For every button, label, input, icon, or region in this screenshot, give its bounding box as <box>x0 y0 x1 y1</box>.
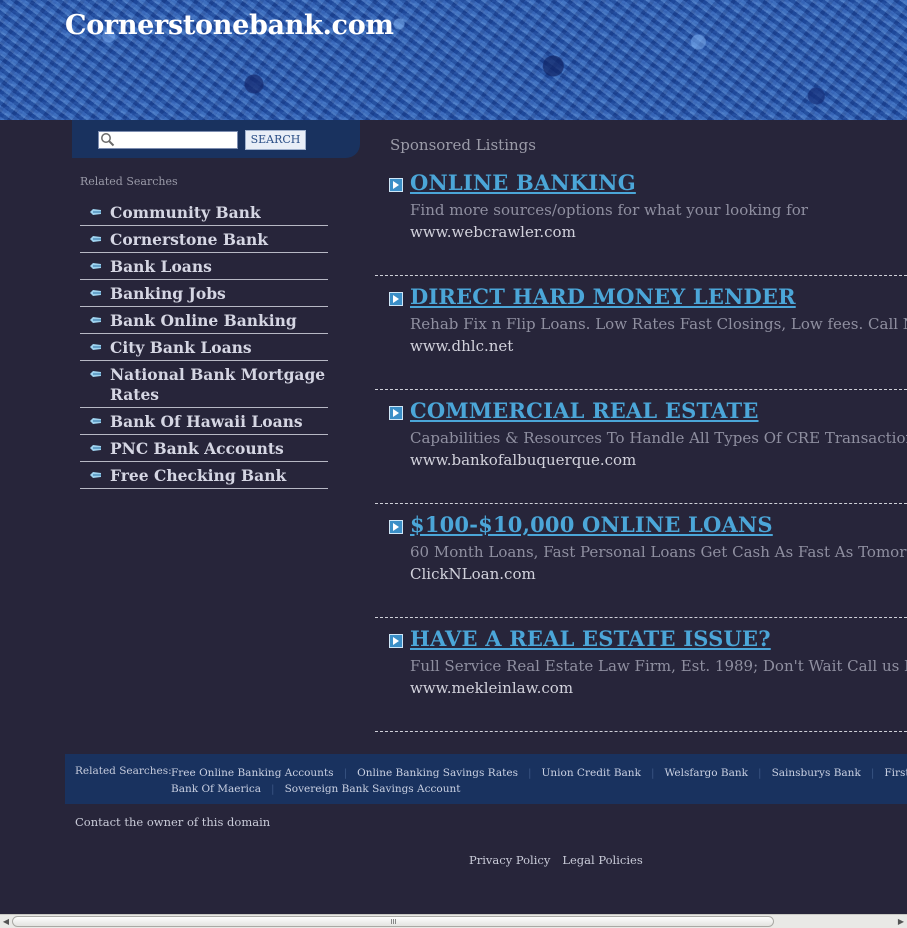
listing-description: Capabilities & Resources To Handle All T… <box>410 429 907 447</box>
listing-description: Find more sources/options for what your … <box>410 201 808 219</box>
arrow-right-icon <box>389 292 403 306</box>
horizontal-scrollbar[interactable]: ◀ ▶ <box>0 914 907 928</box>
sidebar-item-label: Bank Loans <box>110 257 212 276</box>
arrow-right-icon <box>389 406 403 420</box>
pencil-bullet-icon <box>90 371 101 377</box>
pencil-bullet-icon <box>90 263 101 269</box>
sidebar-item-community-bank[interactable]: Community Bank <box>80 199 328 226</box>
sidebar-item-cornerstone-bank[interactable]: Cornerstone Bank <box>80 226 328 253</box>
listing-title-link[interactable]: HAVE A REAL ESTATE ISSUE? <box>410 626 771 651</box>
pencil-bullet-icon <box>90 418 101 424</box>
legal-policies-link[interactable]: Legal Policies <box>562 853 642 867</box>
policy-links: Privacy Policy Legal Policies <box>469 853 655 867</box>
search-panel: SEARCH <box>72 120 360 158</box>
footer-link[interactable]: Online Banking Savings Rates <box>357 767 518 779</box>
scrollbar-thumb[interactable] <box>12 916 774 927</box>
sidebar-item-national-bank-mortgage-rates[interactable]: National Bank Mortgage Rates <box>80 361 328 408</box>
pencil-bullet-icon <box>90 344 101 350</box>
footer-separator: | <box>271 783 275 795</box>
scroll-left-arrow-icon[interactable]: ◀ <box>0 916 12 928</box>
footer-link[interactable]: First Direct Bank <box>884 767 907 779</box>
sponsored-listing: HAVE A REAL ESTATE ISSUE? Full Service R… <box>375 618 907 732</box>
sidebar-item-label: City Bank Loans <box>110 338 252 357</box>
sidebar-item-label: Free Checking Bank <box>110 466 287 485</box>
listing-url-link[interactable]: ClickNLoan.com <box>410 565 536 583</box>
footer-link[interactable]: Free Online Banking Accounts <box>171 767 334 779</box>
sponsored-listing: $100-$10,000 ONLINE LOANS 60 Month Loans… <box>375 504 907 618</box>
sidebar-item-bank-online-banking[interactable]: Bank Online Banking <box>80 307 328 334</box>
related-searches-list: Community Bank Cornerstone Bank Bank Loa… <box>80 199 328 489</box>
search-button[interactable]: SEARCH <box>245 130 306 150</box>
sponsored-listing: DIRECT HARD MONEY LENDER Rehab Fix n Fli… <box>375 276 907 390</box>
pencil-bullet-icon <box>90 290 101 296</box>
sponsored-listing: COMMERCIAL REAL ESTATE Capabilities & Re… <box>375 390 907 504</box>
contact-owner-link[interactable]: Contact the owner of this domain <box>75 815 270 829</box>
listing-url-link[interactable]: www.bankofalbuquerque.com <box>410 451 636 469</box>
sidebar-item-label: Community Bank <box>110 203 261 222</box>
footer-related-links: Free Online Banking Accounts | Online Bank… <box>171 765 907 797</box>
magnifier-icon <box>101 133 115 147</box>
pencil-bullet-icon <box>90 317 101 323</box>
footer-separator: | <box>527 767 532 779</box>
footer-link[interactable]: Welsfargo Bank <box>664 767 748 779</box>
privacy-policy-link[interactable]: Privacy Policy <box>469 853 550 867</box>
related-searches-heading: Related Searches <box>80 175 178 188</box>
footer-link[interactable]: Bank Of Maerica <box>171 783 261 795</box>
footer-link[interactable]: Sovereign Bank Savings Account <box>285 783 461 795</box>
listing-title-link[interactable]: $100-$10,000 ONLINE LOANS <box>410 512 773 537</box>
listing-url-link[interactable]: www.dhlc.net <box>410 337 513 355</box>
site-title[interactable]: Cornerstonebank.com <box>65 10 394 41</box>
sidebar-item-label: PNC Bank Accounts <box>110 439 284 458</box>
sidebar-item-label: National Bank Mortgage Rates <box>110 365 326 404</box>
footer-separator: | <box>343 767 348 779</box>
sidebar-item-label: Banking Jobs <box>110 284 226 303</box>
footer-separator: | <box>758 767 762 779</box>
footer-related-label: Related Searches: <box>75 765 172 777</box>
footer-related-bar: Related Searches: Free Online Banking Ac… <box>65 754 907 804</box>
sidebar-item-label: Cornerstone Bank <box>110 230 269 249</box>
sidebar-item-bank-of-hawaii-loans[interactable]: Bank Of Hawaii Loans <box>80 408 328 435</box>
pencil-bullet-icon <box>90 472 101 478</box>
pencil-bullet-icon <box>90 236 101 242</box>
scroll-right-arrow-icon[interactable]: ▶ <box>895 916 907 928</box>
sidebar-item-label: Bank Of Hawaii Loans <box>110 412 303 431</box>
listing-description: Full Service Real Estate Law Firm, Est. … <box>410 657 907 675</box>
header-banner: Cornerstonebank.com <box>0 0 907 120</box>
pencil-bullet-icon <box>90 445 101 451</box>
footer-link[interactable]: Union Credit Bank <box>542 767 641 779</box>
listing-description: 60 Month Loans, Fast Personal Loans Get … <box>410 543 907 561</box>
sidebar-item-pnc-bank-accounts[interactable]: PNC Bank Accounts <box>80 435 328 462</box>
arrow-right-icon <box>389 634 403 648</box>
listing-url-link[interactable]: www.mekleinlaw.com <box>410 679 573 697</box>
footer-link[interactable]: Sainsburys Bank <box>772 767 861 779</box>
listing-title-link[interactable]: ONLINE BANKING <box>410 170 636 195</box>
footer-separator: | <box>870 767 875 779</box>
grip-icon <box>391 919 397 924</box>
arrow-right-icon <box>389 520 403 534</box>
sidebar-item-city-bank-loans[interactable]: City Bank Loans <box>80 334 328 361</box>
arrow-right-icon <box>389 178 403 192</box>
pencil-bullet-icon <box>90 209 101 215</box>
sidebar-item-bank-loans[interactable]: Bank Loans <box>80 253 328 280</box>
sidebar-item-free-checking-bank[interactable]: Free Checking Bank <box>80 462 328 489</box>
sponsored-listings-heading: Sponsored Listings <box>390 136 536 154</box>
listing-description: Rehab Fix n Flip Loans. Low Rates Fast C… <box>410 315 907 333</box>
listing-title-link[interactable]: COMMERCIAL REAL ESTATE <box>410 398 759 423</box>
footer-separator: | <box>650 767 655 779</box>
sidebar-item-label: Bank Online Banking <box>110 311 297 330</box>
sponsored-listing: ONLINE BANKING Find more sources/options… <box>375 162 907 276</box>
sidebar-item-banking-jobs[interactable]: Banking Jobs <box>80 280 328 307</box>
listing-url-link[interactable]: www.webcrawler.com <box>410 223 576 241</box>
listing-title-link[interactable]: DIRECT HARD MONEY LENDER <box>410 284 796 309</box>
search-input[interactable] <box>98 131 238 149</box>
